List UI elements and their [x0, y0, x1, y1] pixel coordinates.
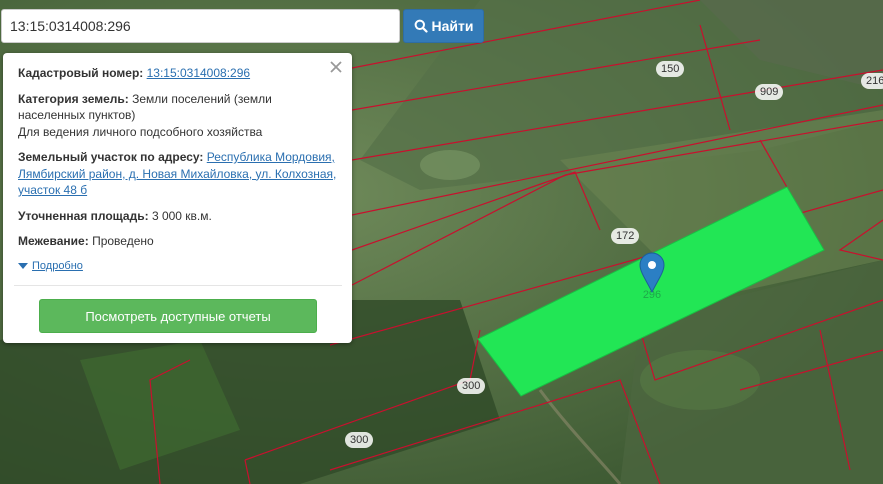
cadastral-number-link[interactable]: 13:15:0314008:296 [147, 66, 250, 80]
survey-label: Межевание: [18, 234, 89, 248]
land-category-label: Категория земель: [18, 91, 129, 106]
parcel-info-popup: Кадастровый номер: 13:15:0314008:296 Кат… [3, 53, 352, 343]
parcel-label: 216 [861, 73, 883, 89]
area-row: Уточненная площадь: 3 000 кв.м. [18, 208, 338, 225]
caret-down-icon [18, 262, 28, 269]
parcel-label: 172 [611, 228, 640, 244]
details-toggle[interactable]: Подробно [18, 258, 338, 275]
area-value: 3 000 кв.м. [151, 208, 212, 223]
search-icon [414, 19, 428, 33]
details-link[interactable]: Подробно [32, 258, 83, 275]
search-button[interactable]: Найти [403, 9, 484, 43]
survey-value: Проведено [92, 234, 154, 248]
cadastral-number-label: Кадастровый номер: [18, 66, 144, 80]
search-bar: Найти [1, 9, 484, 43]
address-row: Земельный участок по адресу: Республика … [18, 149, 338, 199]
view-reports-button[interactable]: Посмотреть доступные отчеты [39, 299, 317, 333]
search-input[interactable] [1, 9, 400, 43]
area-label: Уточненная площадь: [18, 208, 149, 223]
search-button-label: Найти [431, 18, 474, 34]
address-label: Земельный участок по адресу: [18, 150, 204, 164]
cadastral-number-row: Кадастровый номер: 13:15:0314008:296 [18, 65, 338, 82]
survey-row: Межевание: Проведено [18, 233, 338, 250]
land-category-row: Категория земель: Земли поселений (земли… [18, 91, 338, 141]
close-icon[interactable] [328, 59, 344, 75]
parcel-label: 300 [345, 432, 374, 448]
parcel-label: 150 [656, 61, 685, 77]
parcel-label: 909 [755, 84, 784, 100]
parcel-label: 300 [457, 378, 486, 394]
land-usage-value: Для ведения личного подсобного хозяйства [18, 124, 263, 139]
divider [14, 285, 342, 286]
